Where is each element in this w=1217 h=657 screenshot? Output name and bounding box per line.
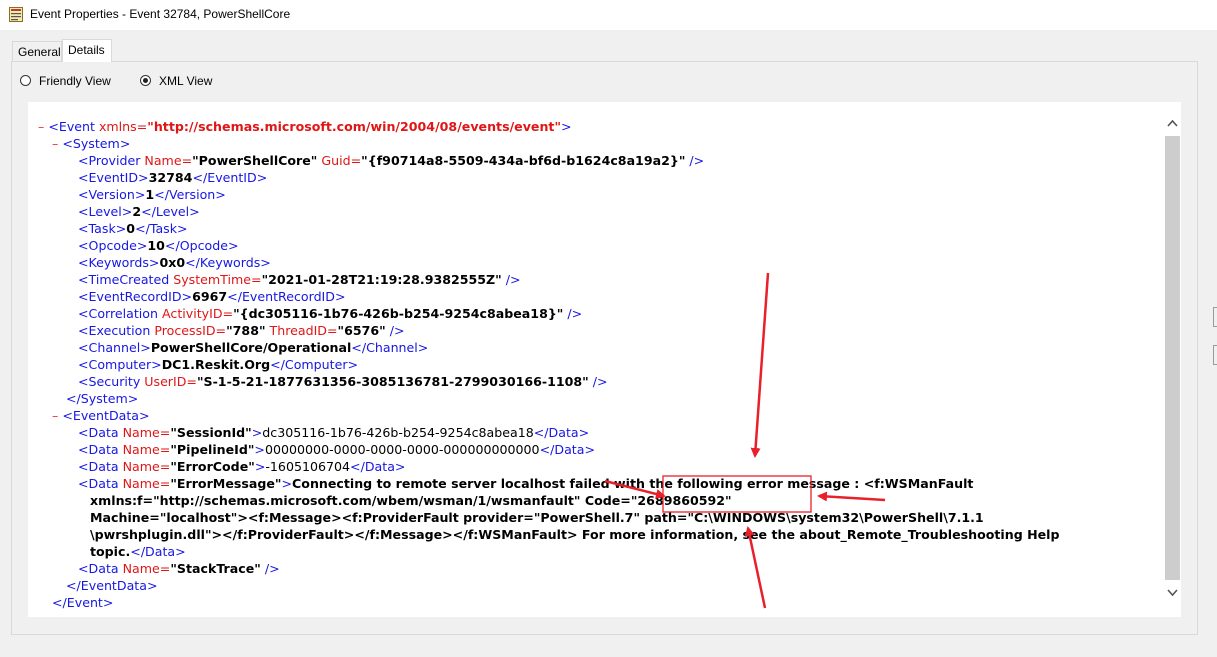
xml-line-errormessage-3: Machine="localhost"><f:Message><f:Provid… [90, 510, 984, 525]
details-panel: Friendly View XML View – <Event xmlns="h… [11, 61, 1198, 635]
xml-line-eventdata-close: </EventData> [66, 578, 158, 593]
xml-line-execution: <Execution ProcessID="788" ThreadID="657… [78, 323, 405, 338]
background-window-edge [1213, 345, 1217, 365]
tab-general[interactable]: General [12, 41, 62, 61]
xml-line-errormessage-2: xmlns:f="http://schemas.microsoft.com/wb… [90, 493, 732, 508]
xml-line-eventdata-open: – <EventData> [52, 408, 150, 423]
xml-line-eventrecordid: <EventRecordID>6967</EventRecordID> [78, 289, 346, 304]
title-bar: Event Properties - Event 32784, PowerShe… [0, 0, 1217, 30]
xml-line-data-pipelineid: <Data Name="PipelineId">00000000-0000-00… [78, 442, 595, 457]
tab-details[interactable]: Details [62, 39, 112, 62]
background-window-edge [1213, 307, 1217, 327]
xml-line-version: <Version>1</Version> [78, 187, 226, 202]
xml-line-computer: <Computer>DC1.Reskit.Org</Computer> [78, 357, 359, 372]
xml-line-keywords: <Keywords>0x0</Keywords> [78, 255, 271, 270]
friendly-view-label[interactable]: Friendly View [39, 74, 111, 88]
xml-line-errormessage-4: \pwrshplugin.dll"></f:ProviderFault></f:… [90, 527, 1060, 542]
xml-line-data-errorcode: <Data Name="ErrorCode">-1605106704</Data… [78, 459, 406, 474]
friendly-view-option[interactable]: Friendly View [20, 74, 130, 90]
xml-viewer[interactable]: – <Event xmlns="http://schemas.microsoft… [28, 102, 1181, 617]
scrollbar-thumb[interactable] [1165, 136, 1180, 580]
xml-line-timecreated: <TimeCreated SystemTime="2021-01-28T21:1… [78, 272, 521, 287]
xml-line-provider: <Provider Name="PowerShellCore" Guid="{f… [78, 153, 705, 168]
xml-line-task: <Task>0</Task> [78, 221, 188, 236]
collapse-event-toggle[interactable]: – [38, 119, 44, 134]
xml-line-system-close: </System> [66, 391, 139, 406]
xml-line-event-close: </Event> [52, 595, 114, 610]
xml-line-system-open: – <System> [52, 136, 131, 151]
xml-view-option[interactable]: XML View [140, 74, 230, 90]
vertical-scrollbar[interactable] [1164, 102, 1181, 617]
xml-line-security: <Security UserID="S-1-5-21-1877631356-30… [78, 374, 608, 389]
xml-line-data-errormessage: <Data Name="ErrorMessage">Connecting to … [78, 476, 974, 491]
xml-view-label[interactable]: XML View [159, 74, 212, 88]
collapse-eventdata-toggle[interactable]: – [52, 408, 58, 423]
xml-line-event-open: – <Event xmlns="http://schemas.microsoft… [38, 119, 572, 134]
collapse-system-toggle[interactable]: – [52, 136, 58, 151]
event-viewer-icon [9, 7, 23, 22]
scroll-down-arrow-icon[interactable] [1165, 586, 1180, 603]
friendly-view-radio[interactable] [20, 75, 31, 86]
xml-line-eventid: <EventID>32784</EventID> [78, 170, 268, 185]
xml-line-level: <Level>2</Level> [78, 204, 200, 219]
window-title: Event Properties - Event 32784, PowerShe… [30, 7, 291, 21]
xml-line-data-stacktrace: <Data Name="StackTrace" /> [78, 561, 280, 576]
xml-line-data-sessionid: <Data Name="SessionId">dc305116-1b76-426… [78, 425, 590, 440]
scroll-up-arrow-icon[interactable] [1165, 116, 1180, 133]
xml-line-errormessage-5: topic.</Data> [90, 544, 186, 559]
xml-view-radio[interactable] [140, 75, 151, 86]
xml-line-correlation: <Correlation ActivityID="{dc305116-1b76-… [78, 306, 583, 321]
xml-line-opcode: <Opcode>10</Opcode> [78, 238, 239, 253]
xml-line-channel: <Channel>PowerShellCore/Operational</Cha… [78, 340, 429, 355]
